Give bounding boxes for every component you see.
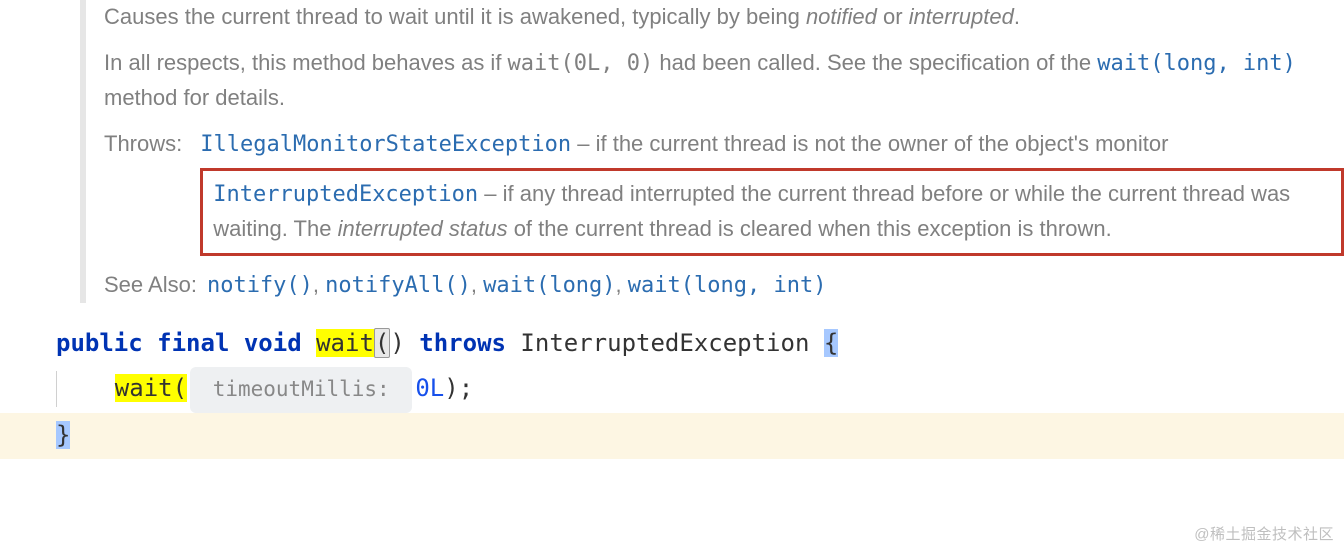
sep: , [616,272,628,297]
text: Causes the current thread to wait until … [104,4,806,29]
text: had been called. See the specification o… [653,50,1097,75]
code-line[interactable]: public final void wait() throws Interrup… [0,321,1344,367]
italic-text: notified [806,4,877,29]
inlay-hint: timeoutMillis: [190,367,412,413]
seealso-link[interactable]: wait(long) [483,273,615,298]
throws-body: IllegalMonitorStateException – if the cu… [200,127,1344,261]
seealso-label: See Also: [104,268,197,302]
sep: , [471,272,483,297]
watermark: @稀土掘金技术社区 [1194,523,1334,544]
seealso-link[interactable]: notifyAll() [325,273,471,298]
text: – [478,181,502,206]
code-line[interactable]: wait( timeoutMillis: 0L); [0,366,1344,413]
exception-link[interactable]: IllegalMonitorStateException [200,132,571,157]
keyword-throws: throws [419,329,506,357]
javadoc-detail: In all respects, this method behaves as … [104,46,1344,115]
number-literal: 0L [415,374,444,402]
search-highlight: wait( [115,374,187,402]
indent-guide [56,371,57,407]
javadoc-link[interactable]: wait(long, int) [1097,51,1296,76]
italic-text: interrupted status [338,216,508,241]
seealso-section: See Also: notify(), notifyAll(), wait(lo… [104,268,1344,303]
text: – [571,131,595,156]
throws-item-highlighted: InterruptedException – if any thread int… [200,168,1344,255]
text: ); [444,374,473,402]
text: method for details. [104,85,285,110]
sep: , [313,272,325,297]
javadoc-panel: Causes the current thread to wait until … [0,0,1344,303]
seealso-link[interactable]: wait(long, int) [628,273,827,298]
text: or [877,4,909,29]
keyword-final: final [157,329,229,357]
selection: } [56,421,70,449]
seealso-body: notify(), notifyAll(), wait(long), wait(… [207,268,827,303]
text: . [1014,4,1020,29]
code-line[interactable]: } [0,413,1344,459]
selection: { [824,329,838,357]
text: In all respects, this method behaves as … [104,50,508,75]
throws-item: IllegalMonitorStateException – if the cu… [200,127,1344,162]
javadoc-quote: Causes the current thread to wait until … [80,0,1344,303]
text: if the current thread is not the owner o… [596,131,1169,156]
code-editor[interactable]: public final void wait() throws Interrup… [0,321,1344,459]
paren-match: ( [374,328,390,358]
seealso-link[interactable]: notify() [207,273,313,298]
keyword-void: void [244,329,302,357]
search-highlight: wait [316,329,374,357]
exception-link[interactable]: InterruptedException [213,182,478,207]
paren: ) [390,329,404,357]
inline-code: wait(0L, 0) [508,51,654,76]
text: of the current thread is cleared when th… [508,216,1112,241]
javadoc-summary: Causes the current thread to wait until … [104,0,1344,34]
exception-name: InterruptedException [520,329,809,357]
italic-text: interrupted [909,4,1014,29]
throws-section: Throws: IllegalMonitorStateException – i… [104,127,1344,261]
throws-label: Throws: [104,127,182,161]
keyword-public: public [56,329,143,357]
